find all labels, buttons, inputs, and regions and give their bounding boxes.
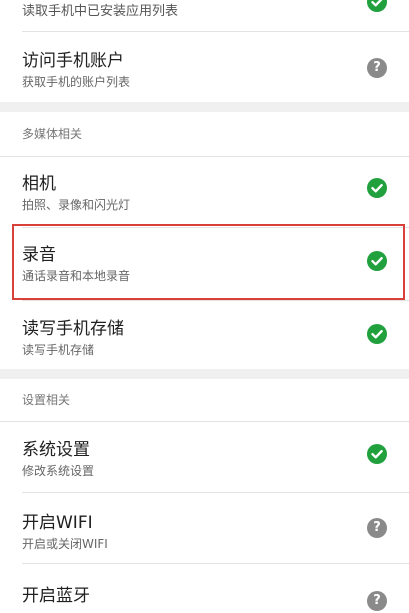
permission-title: 读写手机存储 [22, 319, 124, 339]
permission-title: 开启WIFI [22, 513, 93, 533]
permission-row-bluetooth[interactable]: 开启蓝牙 ? [0, 564, 409, 613]
permission-title: 访问手机账户 [22, 51, 124, 71]
permission-subtitle: 通话录音和本地录音 [22, 269, 131, 283]
help-glyph: ? [373, 520, 381, 535]
permission-title: 相机 [22, 174, 56, 194]
help-glyph: ? [373, 60, 381, 75]
permission-subtitle: 修改系统设置 [22, 464, 95, 478]
check-circle-icon[interactable] [367, 251, 387, 271]
permission-subtitle: 开启或关闭WIFI [22, 537, 108, 551]
section-header-settings: 设置相关 [0, 379, 409, 421]
permission-subtitle: 拍照、录像和闪光灯 [22, 198, 131, 212]
permission-row-account[interactable]: 访问手机账户 获取手机的账户列表 ? [0, 32, 409, 102]
question-circle-icon[interactable]: ? [367, 591, 387, 611]
check-circle-icon [367, 0, 387, 12]
permission-row-installed-apps[interactable]: 读取手机中已安装应用列表 [0, 0, 409, 30]
check-circle-icon[interactable] [367, 324, 387, 344]
permission-row-camera[interactable]: 相机 拍照、录像和闪光灯 [0, 157, 409, 227]
permission-row-storage[interactable]: 读写手机存储 读写手机存储 [0, 301, 409, 369]
section-title: 设置相关 [22, 393, 71, 407]
permission-row-system-settings[interactable]: 系统设置 修改系统设置 [0, 422, 409, 492]
permission-subtitle: 读取手机中已安装应用列表 [22, 4, 179, 19]
section-gap [0, 102, 409, 112]
check-circle-icon[interactable] [367, 444, 387, 464]
check-circle-icon[interactable] [367, 178, 387, 198]
permission-subtitle: 读写手机存储 [22, 343, 95, 357]
section-title: 多媒体相关 [22, 127, 83, 141]
permission-subtitle: 获取手机的账户列表 [22, 75, 131, 89]
question-circle-icon[interactable]: ? [367, 58, 387, 78]
section-gap [0, 369, 409, 379]
section-header-multimedia: 多媒体相关 [0, 112, 409, 156]
permission-title: 系统设置 [22, 440, 90, 460]
permission-title: 录音 [22, 245, 56, 265]
permission-list: 读取手机中已安装应用列表 访问手机账户 获取手机的账户列表 ? 多媒体相关 相机… [0, 0, 409, 613]
permission-title: 开启蓝牙 [22, 586, 90, 606]
question-circle-icon[interactable]: ? [367, 518, 387, 538]
permission-row-wifi[interactable]: 开启WIFI 开启或关闭WIFI ? [0, 493, 409, 563]
help-glyph: ? [373, 593, 381, 608]
permission-row-record[interactable]: 录音 通话录音和本地录音 [0, 228, 409, 300]
